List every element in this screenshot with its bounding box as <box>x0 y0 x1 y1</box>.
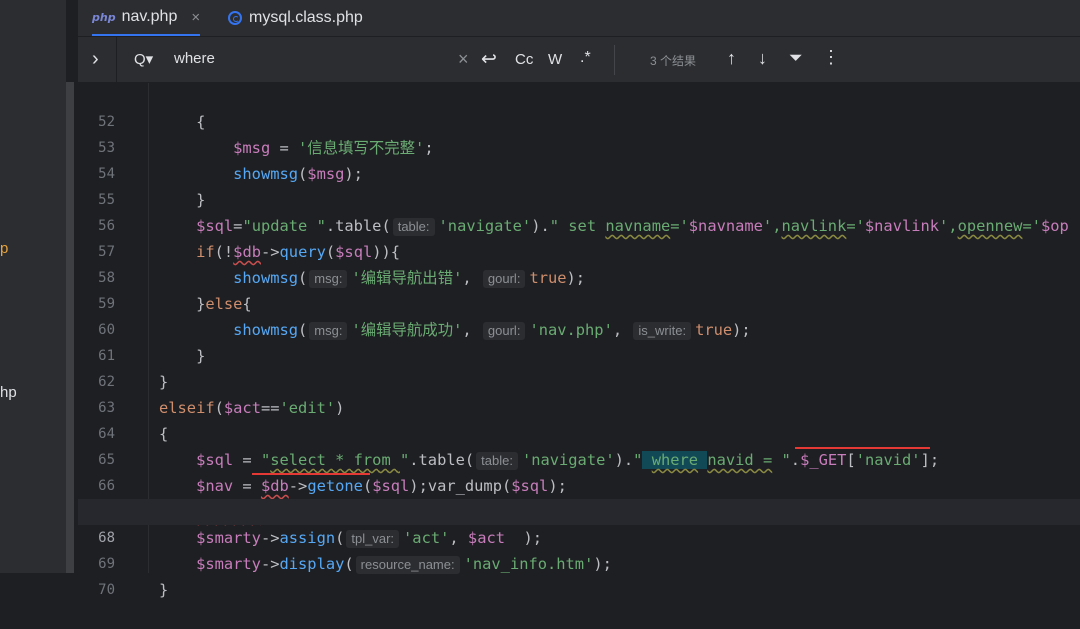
annotation-underline <box>795 447 930 449</box>
next-occurrence-icon[interactable]: ↓ <box>758 48 767 69</box>
tab-label: mysql.class.php <box>249 9 363 26</box>
search-result-count: 3 个结果 <box>650 54 697 68</box>
expand-replace-icon[interactable]: › <box>92 48 99 71</box>
new-line-icon[interactable]: ↩ <box>481 48 497 71</box>
code-line: 70} <box>78 551 1080 599</box>
code-line: 62} <box>78 343 1080 391</box>
project-item-fragment[interactable]: p <box>0 240 8 257</box>
find-bar: › Q▾ × ↩ Cc W .* 3 个结果 ↑ ↓ ⏷ ⋮ <box>78 37 1080 83</box>
code-line: 58 showmsg(msg: '编辑导航出错', gourl: true); <box>78 239 1080 288</box>
code-line: 65 $sql = "select * from ".table(table: '… <box>78 421 1080 470</box>
code-line: 55 } <box>78 161 1080 209</box>
code-line: 64{ <box>78 395 1080 443</box>
code-line: 56 $sql="update ".table(table:'navigate'… <box>78 187 1080 236</box>
filter-icon[interactable]: ⏷ <box>789 48 803 68</box>
clear-search-icon[interactable]: × <box>458 49 469 70</box>
regex-button[interactable]: .* <box>580 49 591 67</box>
search-icon[interactable]: Q▾ <box>134 50 153 68</box>
search-input[interactable] <box>172 49 446 68</box>
editor-tab-bar: php nav.php × mysql.class.php <box>78 0 1080 37</box>
more-options-icon[interactable]: ⋮ <box>822 47 840 68</box>
class-file-icon <box>228 11 242 25</box>
code-line: 67 $smarty->assign(tpl_var:'nav',$nav); <box>78 473 1080 522</box>
scrollbar[interactable] <box>66 82 74 573</box>
project-panel: p hp <box>0 0 66 573</box>
line-number: 70 <box>98 582 115 598</box>
code-line: 63 elseif($act=='edit') <box>78 369 1080 417</box>
divider <box>614 45 615 75</box>
divider <box>116 37 117 82</box>
match-case-button[interactable]: Cc <box>515 51 533 68</box>
close-icon[interactable]: × <box>191 9 200 26</box>
code-line: 59 }else{ <box>78 265 1080 313</box>
code-line: 66 $nav = $db->getone($sql);var_dump($sq… <box>78 447 1080 495</box>
code-line: 57 if(!$db->query($sql)){ <box>78 213 1080 261</box>
code-editor[interactable]: 52 { 53 $msg = '信息填写不完整'; 54 showmsg($ms… <box>78 83 1080 599</box>
code-line: 60 showmsg(msg: '编辑导航成功', gourl:'nav.php'… <box>78 291 1080 340</box>
code-line: 52 { <box>78 83 1080 131</box>
project-item-fragment[interactable]: hp <box>0 384 17 401</box>
code-line-current: 68 $smarty->assign(tpl_var:'act', $act )… <box>78 499 1080 548</box>
code-line: 69 $smarty->display(resource_name:'nav_i… <box>78 525 1080 574</box>
tab-mysql-class-php[interactable]: mysql.class.php <box>228 0 363 36</box>
whole-words-button[interactable]: W <box>548 51 562 68</box>
annotation-underline <box>252 473 370 475</box>
php-file-icon: php <box>92 10 116 24</box>
code-line: 61 } <box>78 317 1080 365</box>
code-line: 54 showmsg($msg); <box>78 135 1080 183</box>
code-line: 53 $msg = '信息填写不完整'; <box>78 109 1080 157</box>
tab-nav-php[interactable]: php nav.php × <box>92 0 201 36</box>
previous-occurrence-icon[interactable]: ↑ <box>727 48 736 69</box>
tab-label: nav.php <box>121 8 178 25</box>
